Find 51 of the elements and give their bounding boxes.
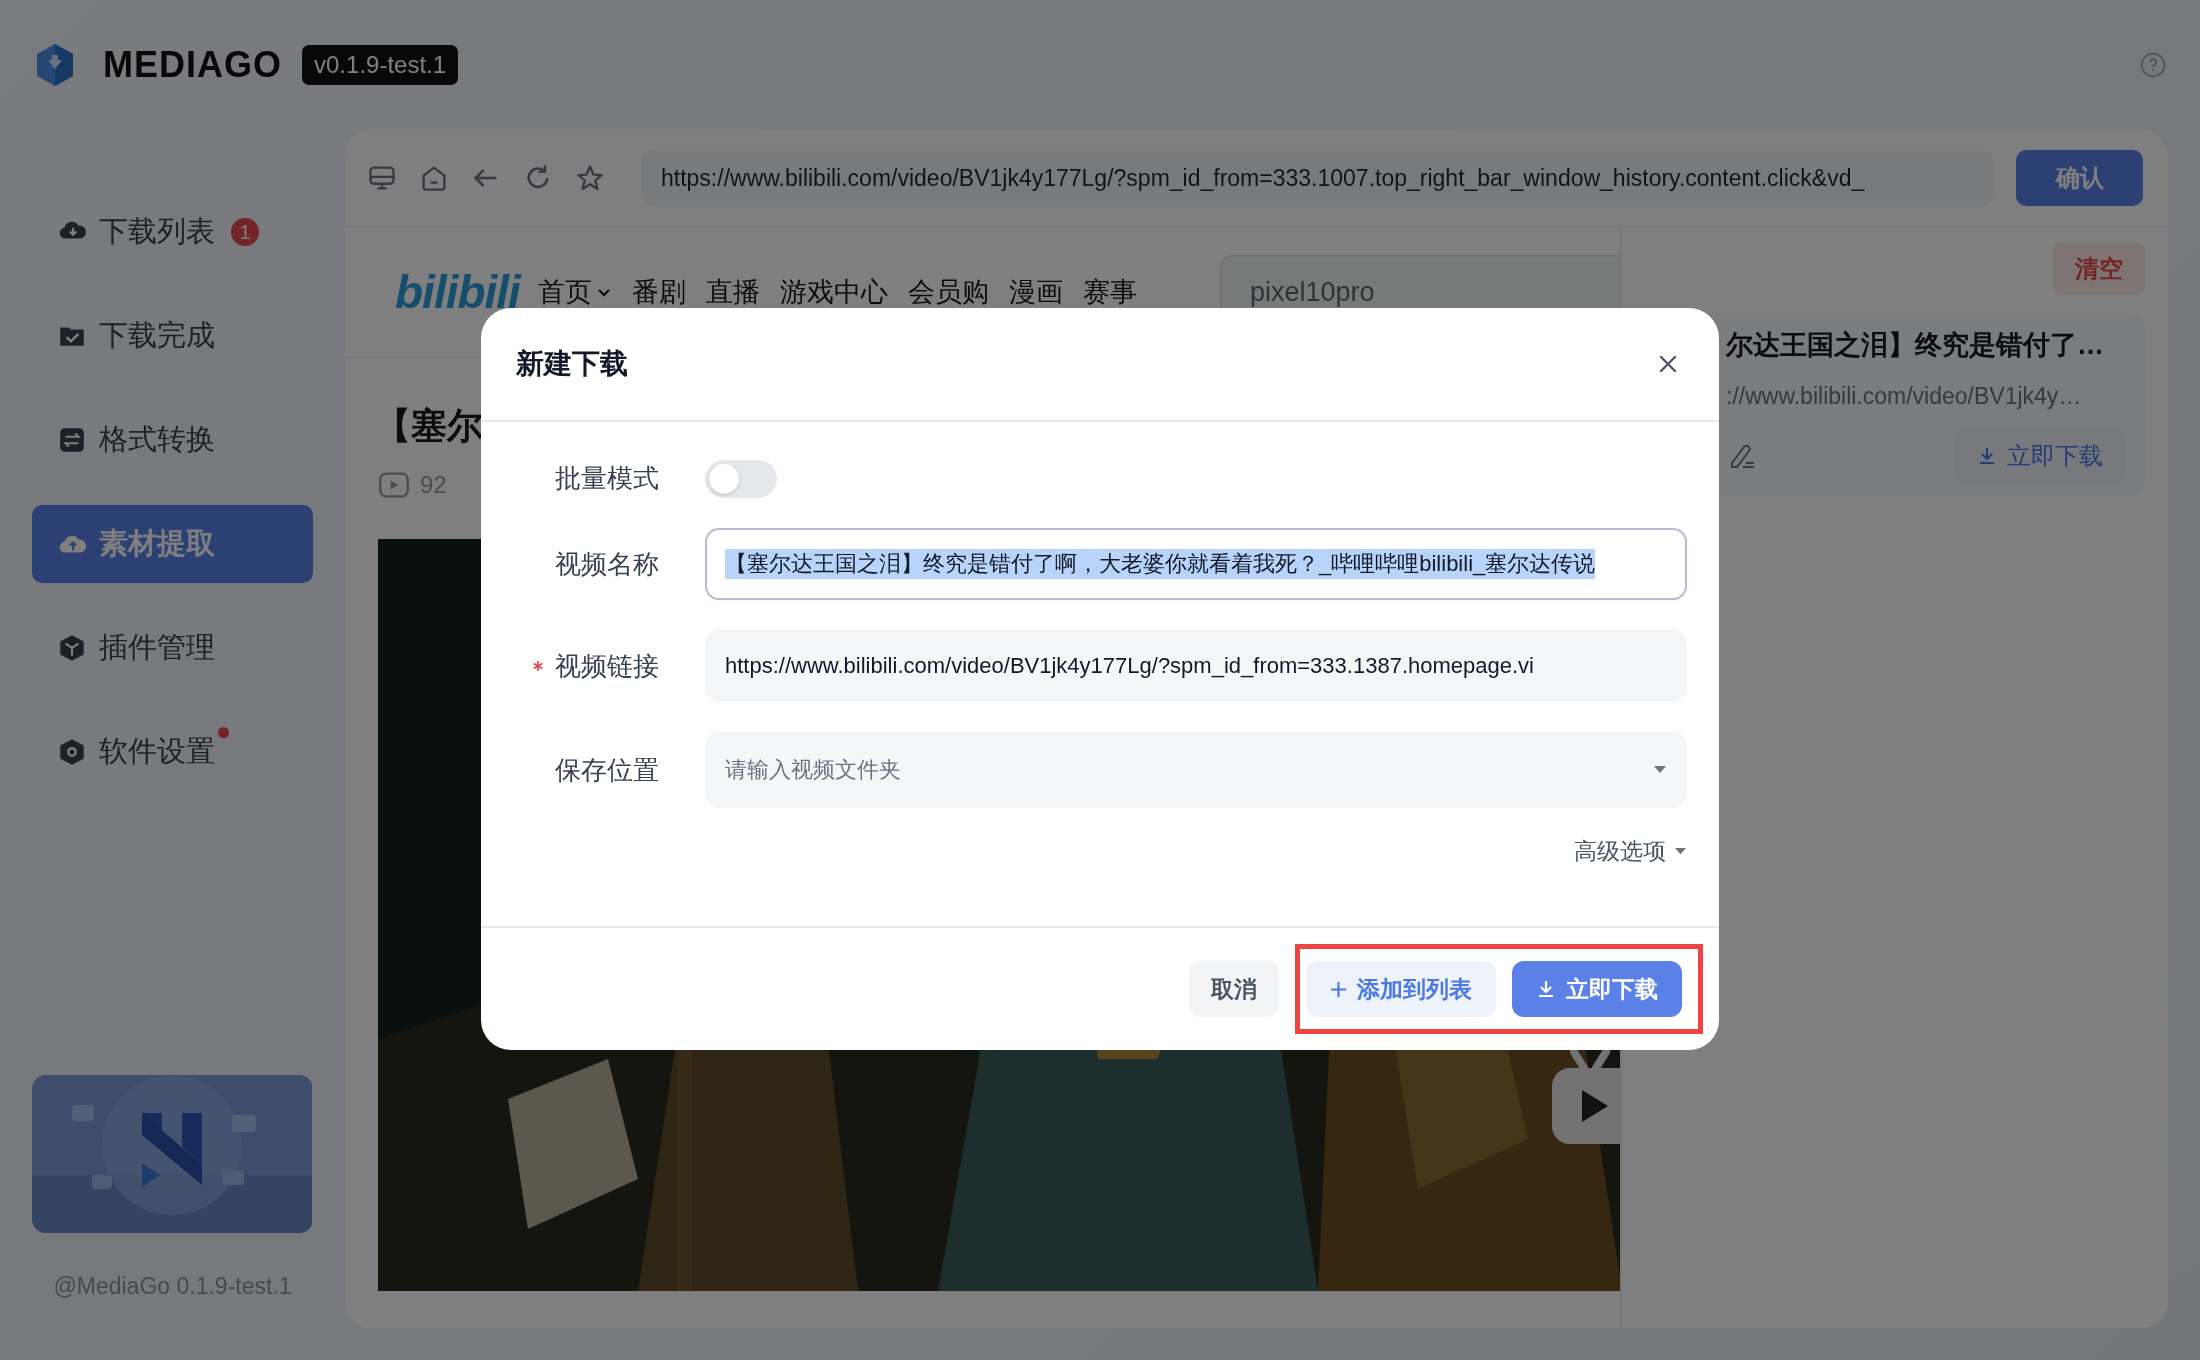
dialog-title: 新建下载	[516, 347, 628, 381]
select-field[interactable]: 请输入视频文件夹	[705, 732, 1687, 808]
app-name: MEDIAGO	[103, 44, 282, 86]
logo-icon	[35, 43, 75, 87]
download-button[interactable]: 立即下载	[1955, 428, 2125, 484]
help-icon[interactable]	[2140, 52, 2166, 78]
sidebar-item[interactable]: 素材提取	[32, 505, 313, 583]
confirm-button[interactable]: 确认	[2016, 150, 2143, 206]
site-nav-link[interactable]: 漫画	[1008, 274, 1063, 310]
star-icon[interactable]	[575, 163, 605, 193]
caret-icon	[1674, 847, 1687, 856]
cancel-button[interactable]: 取消	[1189, 961, 1279, 1017]
download-title: 尔达王国之泪】终究是错付了…	[1726, 329, 2105, 362]
sidebar-item[interactable]: 软件设置	[32, 713, 313, 791]
site-nav-link[interactable]: 番剧	[631, 274, 686, 310]
clear-button[interactable]: 清空	[2053, 243, 2145, 295]
sidebar-item[interactable]: 格式转换	[32, 401, 313, 479]
video-title: 【塞尔	[375, 404, 483, 448]
caret-icon	[1653, 765, 1667, 775]
cube-icon	[57, 633, 87, 663]
site-nav-link[interactable]: 游戏中心	[779, 274, 888, 310]
count-badge: 1	[231, 218, 259, 246]
download-url: ://www.bilibili.com/video/BV1jk4y…	[1726, 383, 2083, 410]
download-icon	[1536, 979, 1556, 999]
field-label: 视频名称	[555, 547, 660, 581]
play-count-icon	[378, 471, 410, 499]
download-button[interactable]: 立即下载	[1512, 961, 1682, 1017]
sidebar-item[interactable]: 插件管理	[32, 609, 313, 687]
monitor-icon[interactable]	[367, 163, 397, 193]
advanced-options-link[interactable]: 高级选项	[1574, 836, 1687, 867]
input-field[interactable]: https://www.bilibili.com/video/BV1jk4y177Lg/?spm_id_from=333.1387.homepage.vi	[705, 630, 1687, 702]
settings-icon	[57, 737, 87, 767]
download-icon	[1977, 446, 1997, 466]
field-label: 视频链接	[555, 649, 660, 683]
swap-icon	[57, 425, 87, 455]
sidebar-item[interactable]: 下载完成	[32, 297, 313, 375]
sidebar-item[interactable]: 下载列表 1	[32, 193, 313, 271]
toggle-switch[interactable]	[705, 460, 777, 498]
input-field[interactable]: 【塞尔达王国之泪】终究是错付了啊，大老婆你就看着我死？_哔哩哔哩bilibili_塞尔达传说	[705, 528, 1687, 600]
site-nav-link[interactable]: 首页	[537, 274, 612, 310]
address-field[interactable]: https://www.bilibili.com/video/BV1jk4y177Lg/?spm_id_from=333.1007.top_right_bar_window_history.content.click&vd_	[641, 150, 1994, 206]
field-label: 批量模式	[555, 461, 660, 495]
site-nav-link[interactable]: 会员购	[907, 274, 989, 310]
site-nav-link[interactable]: 直播	[705, 274, 760, 310]
site-logo[interactable]: bilibili	[395, 265, 520, 319]
field-label: 保存位置	[555, 753, 660, 787]
close-icon[interactable]	[1657, 353, 1679, 375]
version-badge: v0.1.9-test.1	[302, 45, 459, 85]
plus-icon	[1330, 980, 1347, 998]
add-to-list-button[interactable]: 添加到列表	[1306, 961, 1496, 1017]
site-nav-link[interactable]: 赛事	[1082, 274, 1137, 310]
